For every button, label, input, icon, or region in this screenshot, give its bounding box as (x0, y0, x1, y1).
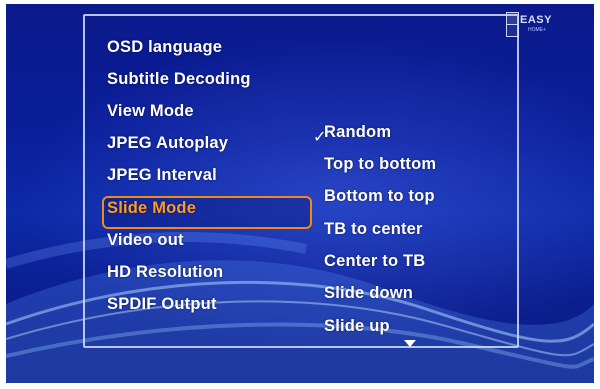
option-tb-to-center[interactable]: TB to center (324, 220, 423, 239)
option-random[interactable]: Random (324, 123, 391, 142)
menu-item-subtitle-decoding[interactable]: Subtitle Decoding (107, 70, 251, 89)
option-center-to-tb[interactable]: Center to TB (324, 252, 425, 271)
menu-item-slide-mode[interactable]: Slide Mode (107, 199, 196, 218)
menu-item-spdif-output[interactable]: SPDIF Output (107, 295, 217, 314)
logo-subtext: HOME+ (528, 27, 546, 33)
option-slide-down[interactable]: Slide down (324, 284, 413, 303)
option-bottom-to-top[interactable]: Bottom to top (324, 187, 435, 206)
scroll-down-arrow-icon[interactable] (404, 340, 416, 347)
menu-item-view-mode[interactable]: View Mode (107, 102, 194, 121)
menu-item-jpeg-autoplay[interactable]: JPEG Autoplay (107, 134, 228, 153)
option-top-to-bottom[interactable]: Top to bottom (324, 155, 436, 174)
logo-word: EASY (520, 14, 552, 26)
option-slide-up[interactable]: Slide up (324, 317, 390, 336)
osd-screen: EASY HOME+ OSD language Subtitle Decodin… (6, 4, 594, 383)
menu-item-osd-language[interactable]: OSD language (107, 38, 222, 57)
menu-item-hd-resolution[interactable]: HD Resolution (107, 263, 223, 282)
menu-item-jpeg-interval[interactable]: JPEG Interval (107, 166, 217, 185)
menu-item-video-out[interactable]: Video out (107, 231, 184, 250)
